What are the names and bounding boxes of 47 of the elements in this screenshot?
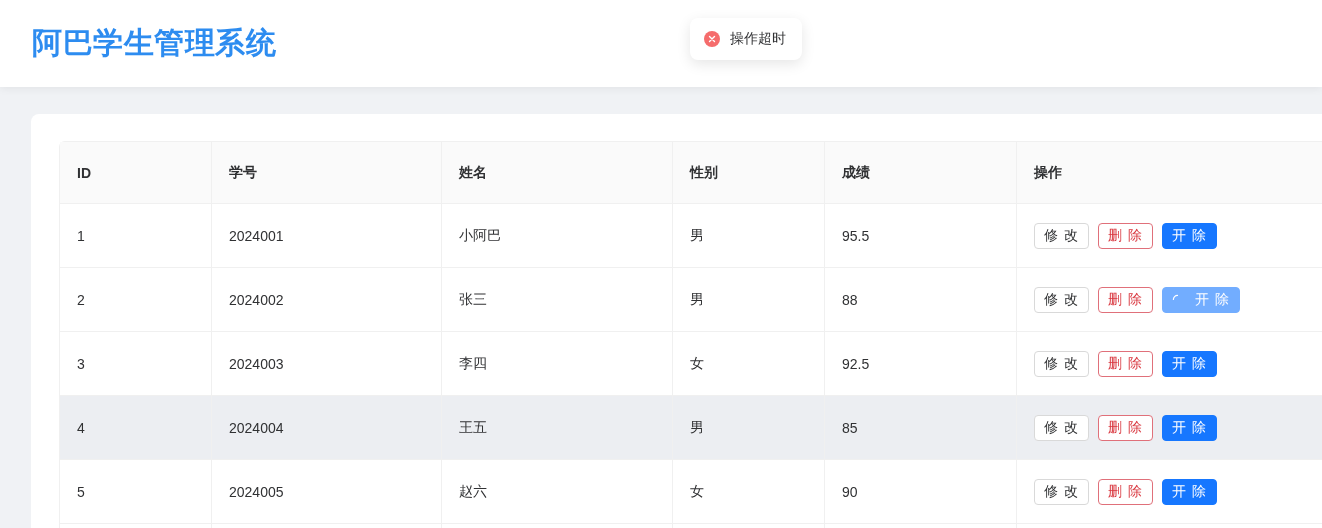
delete-button[interactable]: 删 除 xyxy=(1097,286,1153,313)
table-cell: 李四 xyxy=(459,354,487,373)
table-cell: 2 xyxy=(77,291,85,308)
column-header: 成绩 xyxy=(842,163,870,182)
delete-button[interactable]: 删 除 xyxy=(1097,478,1153,505)
table-cell: 男 xyxy=(690,226,704,245)
table-cell: 85 xyxy=(842,419,858,436)
table-cell: 95.5 xyxy=(842,227,870,244)
table-cell: 张三 xyxy=(459,290,487,309)
app-title: 阿巴学生管理系统 xyxy=(32,25,276,61)
table-cell: 2024003 xyxy=(229,355,284,372)
edit-button[interactable]: 修 改 xyxy=(1034,286,1089,313)
edit-button[interactable]: 修 改 xyxy=(1034,414,1089,441)
column-header: 性别 xyxy=(690,163,718,182)
table-cell: 赵六 xyxy=(459,482,487,501)
column-header: 学号 xyxy=(229,163,257,182)
table-cell: 男 xyxy=(690,290,704,309)
table-cell: 1 xyxy=(77,227,85,244)
table-cell: 女 xyxy=(690,482,704,501)
table-cell: 90 xyxy=(842,483,858,500)
delete-button[interactable]: 删 除 xyxy=(1097,414,1153,441)
edit-button[interactable]: 修 改 xyxy=(1034,222,1089,249)
table-cell: 4 xyxy=(77,419,85,436)
expel-button[interactable]: 开 除 xyxy=(1161,222,1217,249)
table-cell: 男 xyxy=(690,418,704,437)
column-header: ID xyxy=(77,164,91,181)
table-cell: 2024004 xyxy=(229,419,284,436)
table-cell: 王五 xyxy=(459,418,487,437)
table-cell: 3 xyxy=(77,355,85,372)
table-cell: 2024001 xyxy=(229,227,284,244)
table-cell: 5 xyxy=(77,483,85,500)
table-cell: 女 xyxy=(690,354,704,373)
table-cell: 92.5 xyxy=(842,355,870,372)
edit-button[interactable]: 修 改 xyxy=(1034,350,1089,377)
delete-button[interactable]: 删 除 xyxy=(1097,350,1153,377)
edit-button[interactable]: 修 改 xyxy=(1034,478,1089,505)
expel-button[interactable]: 开 除 xyxy=(1161,478,1217,505)
table-cell: 2024005 xyxy=(229,483,284,500)
expel-button[interactable]: 开 除 xyxy=(1161,414,1217,441)
toast-text: 操作超时 xyxy=(730,30,786,48)
column-header: 操作 xyxy=(1034,163,1062,182)
expel-button[interactable]: 开 除 xyxy=(1161,350,1217,377)
delete-button[interactable]: 删 除 xyxy=(1097,222,1153,249)
table-cell: 88 xyxy=(842,291,858,308)
table-cell: 小阿巴 xyxy=(459,226,501,245)
table-cell: 2024002 xyxy=(229,291,284,308)
column-header: 姓名 xyxy=(459,163,487,182)
